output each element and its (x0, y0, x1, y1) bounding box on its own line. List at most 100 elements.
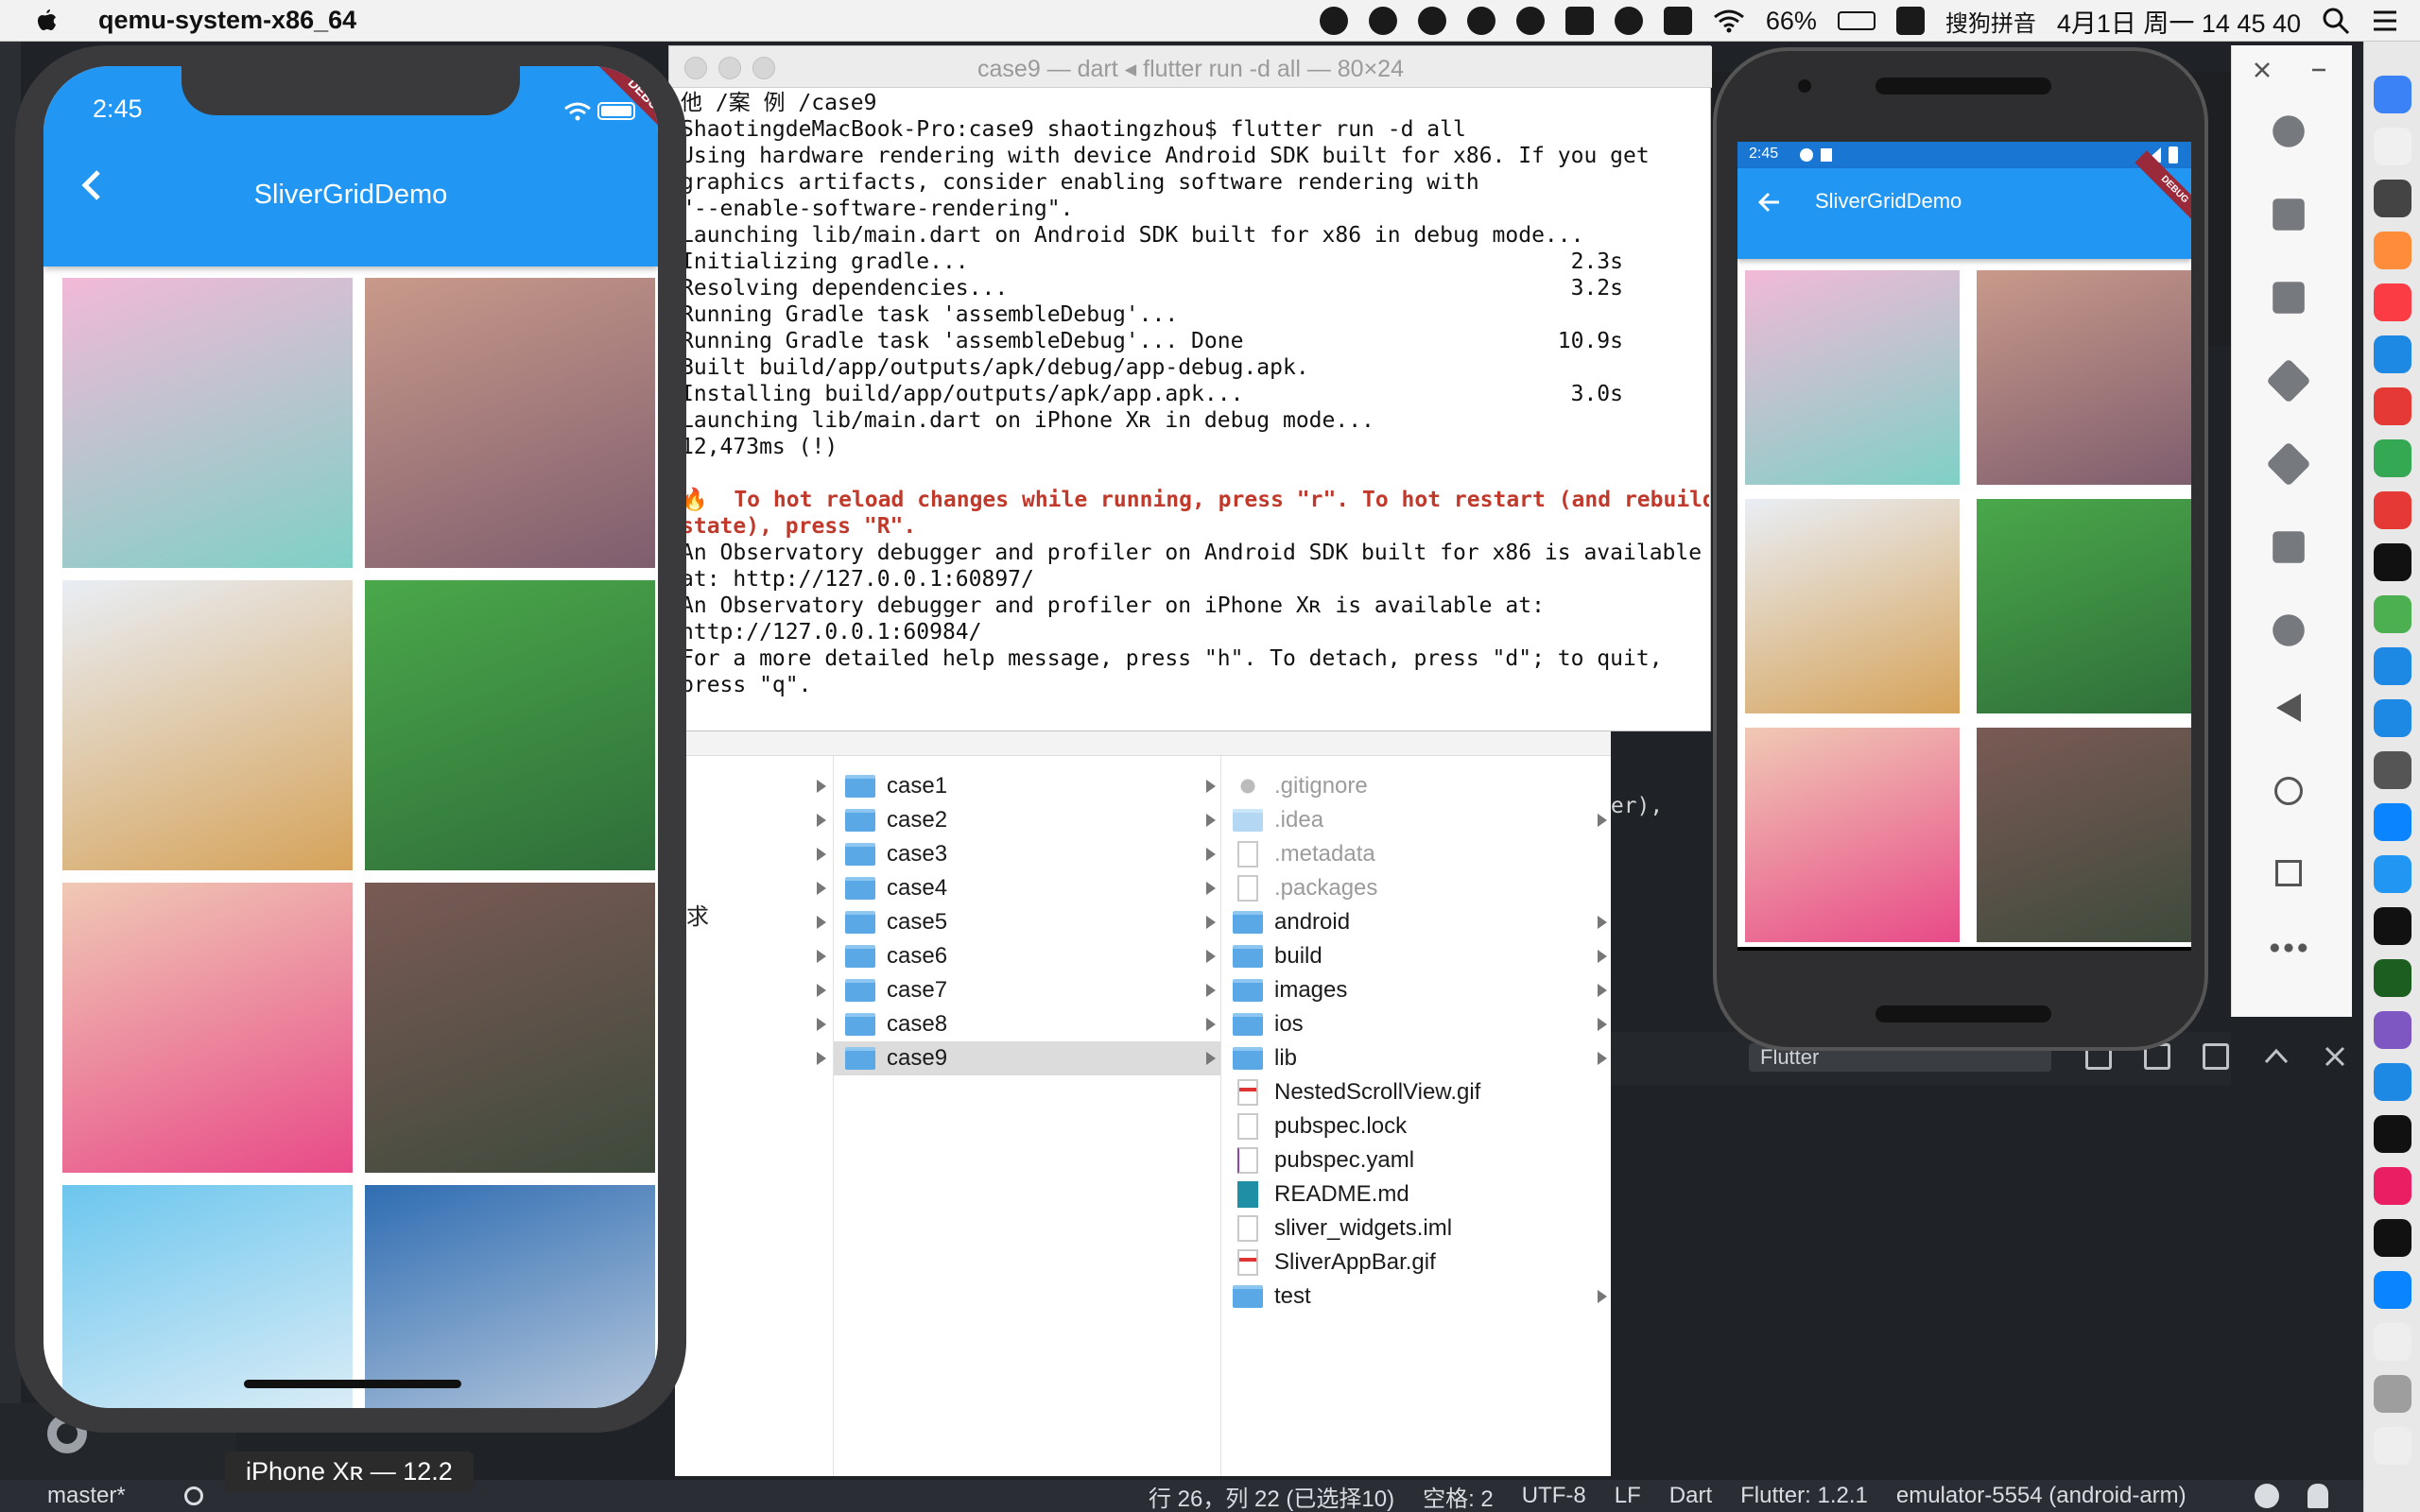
glass-dome-image[interactable] (1745, 499, 1960, 713)
finder-item[interactable]: ios (1221, 1007, 1610, 1041)
dock-app-icon[interactable] (2374, 439, 2411, 477)
more-icon[interactable] (2269, 943, 2308, 953)
cactus-image[interactable] (1745, 728, 1960, 942)
finder-item[interactable]: .idea (1221, 803, 1610, 837)
dock-app-icon[interactable] (2374, 335, 2411, 373)
room-desk-image[interactable] (365, 1185, 655, 1408)
finder-item[interactable]: test (1221, 1280, 1610, 1314)
dock-app-icon[interactable] (2374, 543, 2411, 581)
dock-app-icon[interactable] (2374, 76, 2411, 113)
dock-app-icon[interactable] (2374, 1115, 2411, 1153)
ying-icon[interactable] (1663, 7, 1692, 35)
finder-item[interactable]: build (1221, 939, 1610, 973)
android-screen[interactable]: 2:45 SliverGridDemo DEBUG (1737, 142, 2191, 951)
dock-app-icon[interactable] (2374, 232, 2411, 269)
game-console-image[interactable] (365, 278, 655, 568)
dock-app-icon[interactable] (2374, 1219, 2411, 1257)
finder-item-case3[interactable]: case3 (834, 837, 1220, 871)
minimize-icon[interactable] (2309, 60, 2328, 79)
glass-dome-image[interactable] (62, 580, 353, 870)
close-icon[interactable] (2253, 60, 2272, 79)
power-icon[interactable] (2273, 115, 2305, 147)
notifications-bell-icon[interactable] (2308, 1484, 2328, 1508)
finder-item[interactable]: pubspec.lock (1221, 1109, 1610, 1143)
open-editor-icon[interactable] (2203, 1043, 2229, 1070)
cursor-position[interactable]: 行 26，列 22 (已选择10) (1149, 1480, 1394, 1512)
dock-app-icon[interactable] (2374, 803, 2411, 841)
finder-item[interactable]: images (1221, 973, 1610, 1007)
finder-item[interactable]: SliverAppBar.gif (1221, 1246, 1610, 1280)
finder-item[interactable]: .packages (1221, 871, 1610, 905)
finder-item-case2[interactable]: case2 (834, 803, 1220, 837)
finder-item[interactable]: lib (1221, 1041, 1610, 1075)
water-tower-image[interactable] (365, 883, 655, 1173)
finder-item[interactable]: NestedScrollView.gif (1221, 1075, 1610, 1109)
app-badge-icon[interactable] (1515, 7, 1545, 35)
dock-app-icon[interactable] (2374, 1375, 2411, 1413)
dock-app-icon[interactable] (2374, 855, 2411, 893)
volume-up-icon[interactable] (2273, 198, 2305, 231)
wifi-icon[interactable] (1713, 9, 1745, 33)
dock-app-icon[interactable] (2374, 1011, 2411, 1049)
sogou-icon[interactable] (1895, 7, 1925, 35)
finder-item[interactable]: android (1221, 905, 1610, 939)
finder-item-case9[interactable]: case9 (834, 1041, 1220, 1075)
iphone-screen[interactable]: 2:45 SliverGridDemo DEBUG (43, 66, 658, 1408)
encoding[interactable]: UTF-8 (1522, 1483, 1586, 1509)
home-icon[interactable] (2274, 777, 2303, 805)
spotlight-icon[interactable] (2322, 7, 2350, 35)
overview-icon[interactable] (2275, 860, 2302, 886)
finder-item-case4[interactable]: case4 (834, 871, 1220, 905)
dock-app-icon[interactable] (2374, 751, 2411, 789)
dock-app-icon[interactable] (2374, 1323, 2411, 1361)
dock-app-icon[interactable] (2374, 284, 2411, 321)
control-center-icon[interactable] (2371, 9, 2399, 33)
dock-app-icon[interactable] (2374, 180, 2411, 217)
terminal-output[interactable]: 他 /案 例 /case9 ShaotingdeMacBook-Pro:case9… (681, 90, 1709, 729)
finder-item[interactable]: sliver_widgets.iml (1221, 1211, 1610, 1246)
dock-app-icon[interactable] (2374, 1427, 2411, 1465)
close-panel-icon[interactable] (2324, 1045, 2346, 1068)
dock-app-icon[interactable] (2374, 128, 2411, 165)
finder-item[interactable]: .metadata (1221, 837, 1610, 871)
back-arrow-icon[interactable] (1756, 189, 1783, 215)
input-method[interactable]: 搜狗拼音 (1945, 5, 2036, 38)
dock-app-icon[interactable] (2374, 699, 2411, 737)
wechat-icon[interactable] (1417, 7, 1446, 35)
dock-app-icon[interactable] (2374, 1167, 2411, 1205)
dock-app-icon[interactable] (2374, 959, 2411, 997)
battery-icon[interactable] (1837, 11, 1876, 30)
indentation[interactable]: 空格: 2 (1423, 1480, 1494, 1512)
finder-item-case6[interactable]: case6 (834, 939, 1220, 973)
flutter-version[interactable]: Flutter: 1.2.1 (1740, 1483, 1868, 1509)
dock-app-icon[interactable] (2374, 595, 2411, 633)
cactus-image[interactable] (62, 883, 353, 1173)
zoom-icon[interactable] (2273, 614, 2305, 646)
volume-down-icon[interactable] (2273, 282, 2305, 314)
dock-app-icon[interactable] (2374, 1271, 2411, 1309)
smiley-icon[interactable] (1614, 7, 1643, 35)
apple-icon[interactable] (36, 9, 57, 33)
camera-icon[interactable] (2273, 531, 2305, 563)
feedback-smiley-icon[interactable] (2255, 1484, 2279, 1508)
dock-app-icon[interactable] (2374, 907, 2411, 945)
water-tower-image[interactable] (1977, 728, 2191, 942)
device-selector[interactable]: emulator-5554 (android-arm) (1896, 1483, 2187, 1509)
language-mode[interactable]: Dart (1669, 1483, 1712, 1509)
back-icon[interactable] (2276, 694, 2301, 722)
battery-percent[interactable]: 66% (1766, 7, 1817, 36)
finder-item-case7[interactable]: case7 (834, 973, 1220, 1007)
git-branch[interactable]: master* (47, 1483, 126, 1509)
finder-item[interactable]: pubspec.yaml (1221, 1143, 1610, 1177)
bird-icon[interactable] (1319, 7, 1348, 35)
clock[interactable]: 4月1日 周一 14 45 40 (2057, 3, 2301, 40)
dock-app-icon[interactable] (2374, 647, 2411, 685)
home-indicator[interactable] (244, 1380, 461, 1388)
maximize-panel-icon[interactable] (2263, 1045, 2290, 1068)
finder-item-case8[interactable]: case8 (834, 1007, 1220, 1041)
dragon-castle-image[interactable] (365, 580, 655, 870)
candy-shop-image[interactable] (62, 278, 353, 568)
finder-item[interactable]: README.md (1221, 1177, 1610, 1211)
finder-item-case5[interactable]: case5 (834, 905, 1220, 939)
screen-icon[interactable] (1564, 7, 1594, 35)
